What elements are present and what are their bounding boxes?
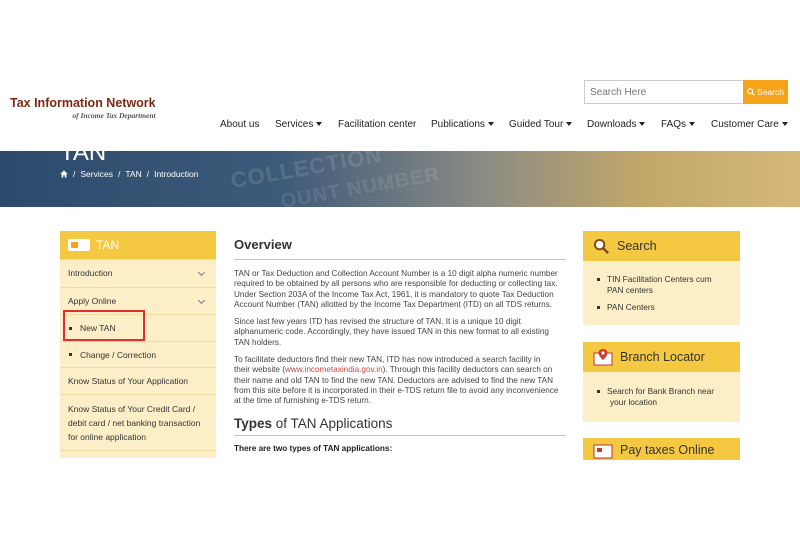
chevron-down-icon	[197, 268, 206, 277]
types-heading: Types of TAN Applications	[234, 415, 393, 431]
search-widget: Search TIN Facilitation Centers cum PAN …	[583, 231, 740, 325]
sidebar-subitem-change-correction[interactable]: Change / Correction	[60, 341, 216, 367]
sidebar-item-credit-card-status[interactable]: Know Status of Your Credit Card / debit …	[60, 394, 216, 450]
search-widget-header: Search	[583, 231, 740, 261]
bullet-icon	[597, 278, 600, 281]
page-title: TAN	[60, 151, 107, 166]
branch-locator-header: Branch Locator	[583, 342, 740, 372]
overview-heading: Overview	[234, 237, 292, 252]
overview-paragraph-1: TAN or Tax Deduction and Collection Acco…	[234, 269, 558, 309]
nav-publications[interactable]: Publications	[431, 119, 494, 130]
branch-locator-title: Branch Locator	[620, 350, 705, 364]
sidebar-title: TAN	[96, 238, 120, 252]
pay-taxes-title: Pay taxes Online	[620, 443, 715, 457]
caret-down-icon	[566, 122, 573, 127]
home-icon[interactable]	[60, 170, 68, 178]
bullet-icon	[597, 390, 600, 393]
search-input[interactable]	[584, 80, 743, 104]
bullet-icon	[69, 353, 72, 356]
sidebar-item-know-status[interactable]: Know Status of Your Application	[60, 367, 216, 394]
highlight-box	[63, 310, 145, 341]
pay-taxes-widget[interactable]: Pay taxes Online	[583, 438, 740, 460]
breadcrumb-introduction: Introduction	[154, 169, 199, 179]
nav-services[interactable]: Services	[275, 119, 323, 130]
search-icon	[593, 238, 609, 254]
bank-branch-search-link[interactable]: Search for Bank Branch near your locatio…	[607, 386, 714, 407]
breadcrumb-separator: /	[146, 169, 150, 179]
nav-faqs[interactable]: FAQs	[661, 119, 696, 130]
search-button[interactable]: Search	[743, 80, 788, 104]
logo-title: Tax Information Network	[10, 96, 156, 110]
heading-divider	[234, 259, 566, 260]
breadcrumb: / Services / TAN / Introduction	[60, 169, 199, 179]
site-search: Search	[584, 80, 788, 104]
site-logo[interactable]: Tax Information Network of Income Tax De…	[10, 96, 156, 120]
sidebar-divider	[60, 450, 216, 458]
bullet-icon	[597, 306, 600, 309]
map-pin-icon	[593, 349, 613, 366]
pay-taxes-header: Pay taxes Online	[583, 438, 740, 460]
caret-down-icon	[639, 122, 646, 127]
chevron-down-icon	[197, 296, 206, 305]
caret-down-icon	[689, 122, 696, 127]
page-banner: COLLECTION OUNT NUMBER TAN / Services / …	[0, 151, 800, 207]
sidebar-header: TAN	[60, 231, 216, 259]
tan-sidebar: TAN Introduction Apply Online New TAN Ch…	[60, 231, 216, 458]
nav-about-us[interactable]: About us	[220, 119, 259, 130]
types-intro: There are two types of TAN applications:	[234, 443, 393, 453]
pan-centers-link[interactable]: PAN Centers	[607, 302, 655, 313]
search-widget-title: Search	[617, 239, 657, 253]
search-icon	[747, 88, 755, 96]
caret-down-icon	[316, 122, 323, 127]
sidebar-item-introduction[interactable]: Introduction	[60, 259, 216, 287]
breadcrumb-separator: /	[73, 169, 76, 179]
nav-facilitation-center[interactable]: Facilitation center	[338, 119, 416, 130]
breadcrumb-tan[interactable]: TAN	[125, 169, 141, 179]
overview-paragraph-2: Since last few years ITD has revised the…	[234, 317, 549, 347]
logo-subtitle: of Income Tax Department	[72, 111, 156, 120]
tin-facilitation-link[interactable]: TIN Facilitation Centers cum PAN centers	[607, 274, 712, 295]
search-button-label: Search	[757, 87, 784, 97]
payment-icon	[593, 444, 613, 459]
branch-locator-widget: Branch Locator Search for Bank Branch ne…	[583, 342, 740, 422]
nav-downloads[interactable]: Downloads	[587, 119, 646, 130]
nav-guided-tour[interactable]: Guided Tour	[509, 119, 573, 130]
caret-down-icon	[781, 122, 788, 127]
caret-down-icon	[487, 122, 494, 127]
breadcrumb-services[interactable]: Services	[80, 169, 113, 179]
breadcrumb-separator: /	[117, 169, 121, 179]
nav-customer-care[interactable]: Customer Care	[711, 119, 788, 130]
overview-paragraph-3: To facilitate deductors find their new T…	[234, 355, 559, 406]
incometax-link[interactable]: www.incometaxindia.gov.in	[285, 365, 383, 374]
heading-divider	[234, 434, 566, 436]
card-icon	[68, 239, 90, 251]
main-content: Overview TAN or Tax Deduction and Collec…	[234, 237, 566, 454]
